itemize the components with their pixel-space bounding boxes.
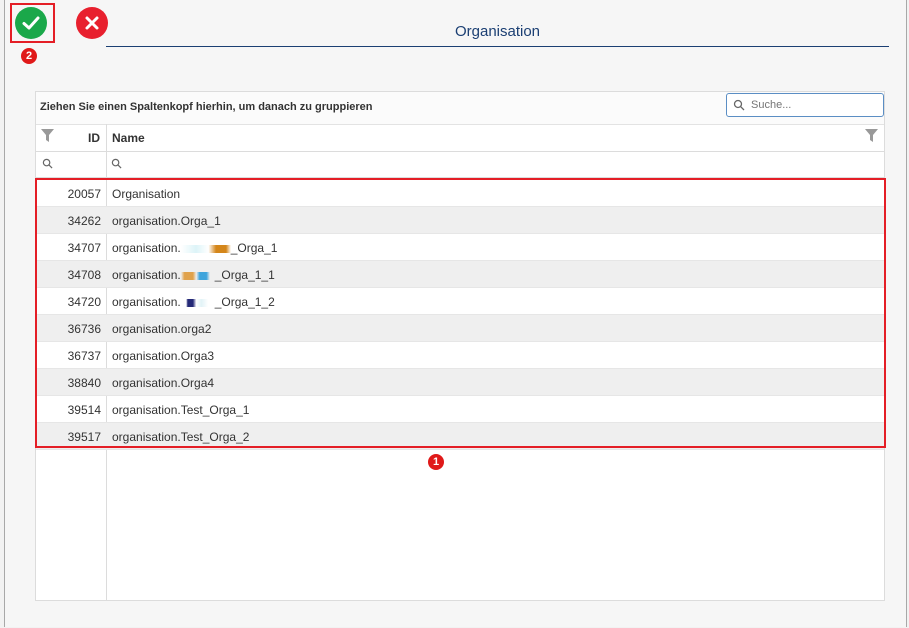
search-box[interactable] [726, 93, 884, 117]
close-icon [85, 16, 99, 30]
filter-icon[interactable] [41, 129, 54, 142]
search-icon[interactable] [111, 158, 122, 169]
search-input[interactable] [749, 98, 883, 112]
filter-row [36, 151, 884, 178]
grid-header: ID Name [36, 124, 884, 152]
column-header-name[interactable]: Name [112, 131, 145, 145]
dialog-title: Organisation [106, 23, 889, 47]
filter-icon[interactable] [865, 129, 878, 142]
annotation-box-2 [10, 3, 55, 43]
search-icon [733, 99, 745, 111]
cancel-button[interactable] [76, 7, 108, 39]
search-icon[interactable] [42, 158, 53, 169]
group-panel[interactable]: Ziehen Sie einen Spaltenkopf hierhin, um… [36, 92, 884, 125]
group-hint: Ziehen Sie einen Spaltenkopf hierhin, um… [40, 101, 373, 113]
annotation-badge-2: 2 [21, 48, 37, 64]
annotation-badge-1: 1 [428, 454, 444, 470]
annotation-box-1 [35, 178, 886, 448]
column-header-id[interactable]: ID [88, 131, 100, 145]
